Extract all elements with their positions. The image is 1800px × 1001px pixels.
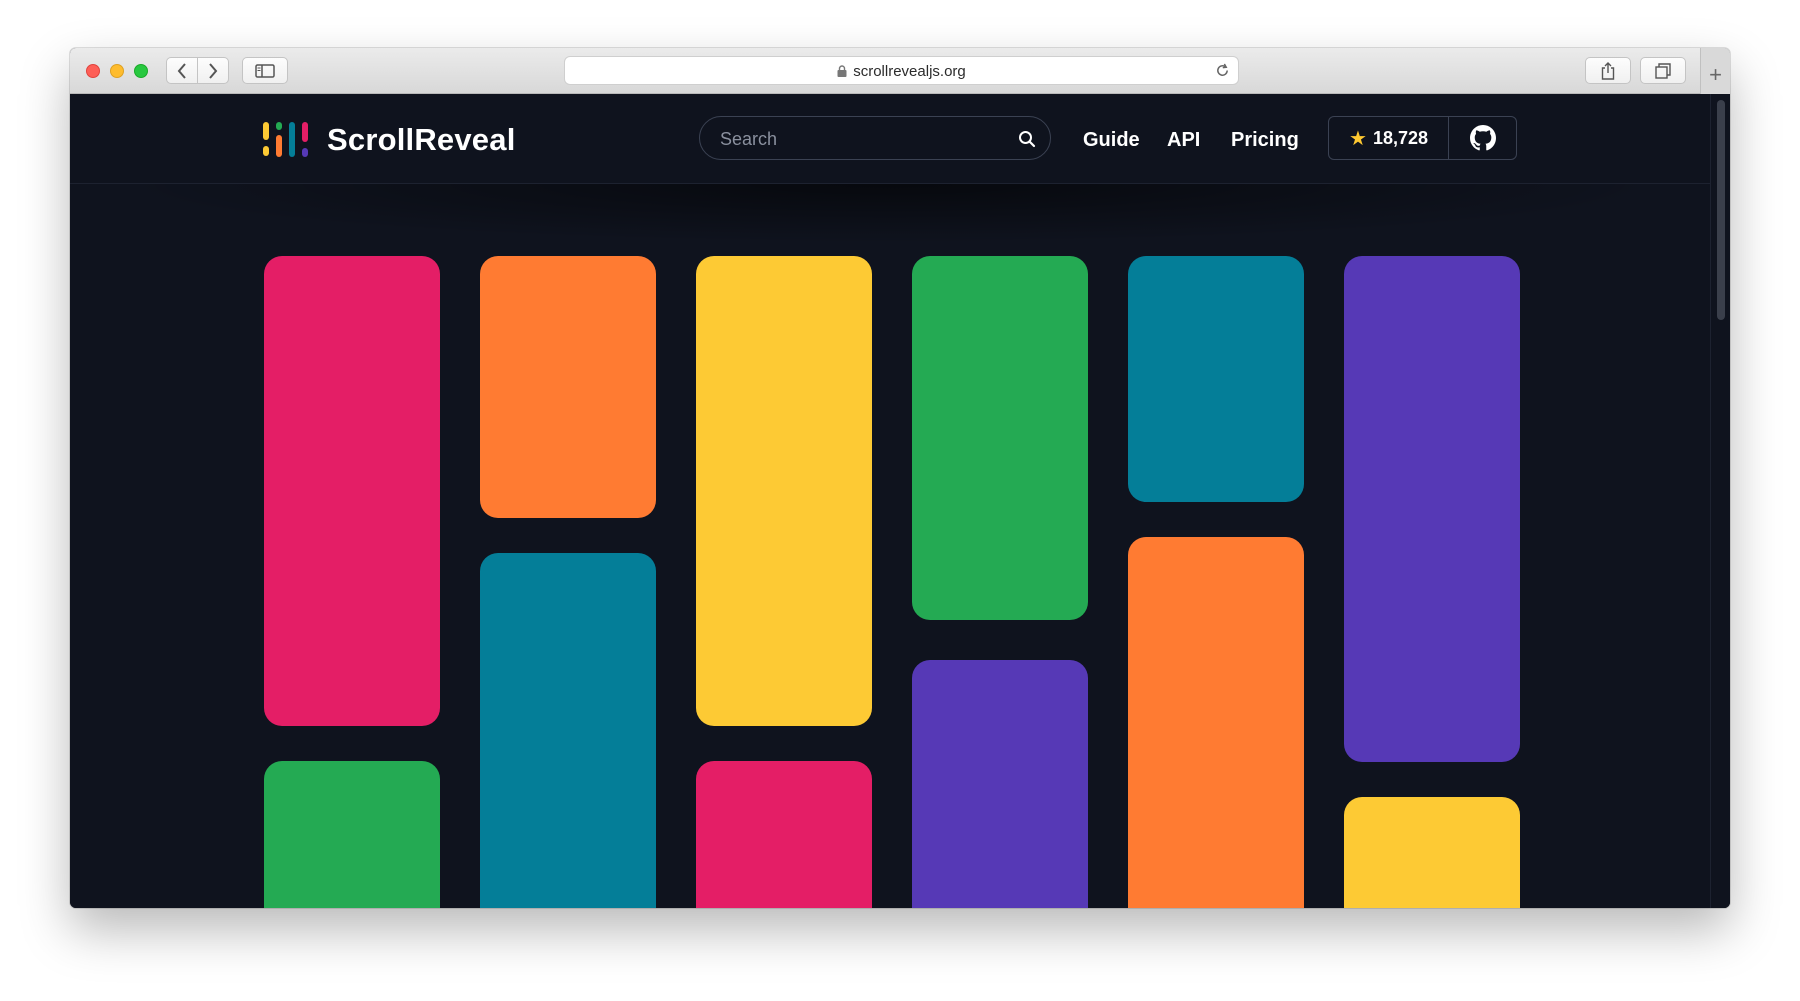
- scrollreveal-logo-icon: [263, 122, 308, 157]
- new-tab-button[interactable]: +: [1700, 48, 1730, 94]
- tile-orange: [480, 256, 656, 518]
- address-bar[interactable]: scrollrevealjs.org: [564, 56, 1239, 85]
- plus-icon: +: [1709, 62, 1722, 87]
- back-icon: [177, 62, 186, 79]
- back-button[interactable]: [166, 57, 198, 84]
- github-button-group: ★ 18,728: [1328, 116, 1517, 160]
- minimize-window-button[interactable]: [110, 64, 124, 78]
- brand-name: ScrollReveal: [327, 122, 516, 157]
- maximize-window-button[interactable]: [134, 64, 148, 78]
- tile-yellow: [1344, 797, 1520, 908]
- tile-yellow: [696, 256, 872, 726]
- tile-pink: [696, 761, 872, 908]
- tile-teal: [1128, 256, 1304, 502]
- reload-icon[interactable]: [1215, 63, 1230, 78]
- tabs-icon: [1655, 62, 1671, 79]
- tile-orange: [1128, 537, 1304, 908]
- tile-teal: [480, 553, 656, 908]
- close-window-button[interactable]: [86, 64, 100, 78]
- tile-green: [264, 761, 440, 908]
- show-tabs-button[interactable]: [1640, 57, 1686, 84]
- sidebar-icon: [255, 63, 275, 78]
- scrollbar-thumb[interactable]: [1717, 100, 1725, 320]
- page-scrollbar[interactable]: [1710, 94, 1730, 908]
- search-input[interactable]: [718, 117, 1012, 161]
- search-box: [699, 116, 1051, 161]
- page-viewport: ScrollReveal Guide API Pricing ★ 18,728: [70, 94, 1730, 908]
- browser-window: scrollrevealjs.org + ScrollReveal Search…: [70, 48, 1730, 908]
- address-bar-content: scrollrevealjs.org: [565, 63, 1238, 80]
- github-star-count: 18,728: [1372, 127, 1428, 148]
- github-stars-button[interactable]: ★ 18,728: [1329, 117, 1449, 159]
- forward-icon: [209, 62, 218, 79]
- github-icon: [1469, 125, 1496, 151]
- tile-purple: [912, 660, 1088, 908]
- nav-link-guide[interactable]: Guide: [1083, 129, 1140, 152]
- tile-purple: [1344, 256, 1520, 762]
- site-header: ScrollReveal Guide API Pricing ★ 18,728: [70, 94, 1710, 184]
- search-icon[interactable]: [1018, 130, 1036, 148]
- nav-link-api[interactable]: API: [1167, 129, 1200, 152]
- header-shadow: [110, 184, 1670, 244]
- share-icon: [1601, 61, 1615, 80]
- share-button[interactable]: [1585, 57, 1631, 84]
- star-icon: ★: [1349, 127, 1367, 150]
- forward-button[interactable]: [197, 57, 229, 84]
- url-text: scrollrevealjs.org: [853, 63, 966, 80]
- browser-toolbar: scrollrevealjs.org +: [70, 48, 1730, 94]
- lock-icon: [837, 65, 847, 77]
- nav-link-pricing[interactable]: Pricing: [1231, 129, 1299, 152]
- tile-green: [912, 256, 1088, 620]
- tile-pink: [264, 256, 440, 726]
- github-link-button[interactable]: [1449, 117, 1516, 159]
- brand-logo-link[interactable]: ScrollReveal: [263, 120, 516, 160]
- sidebar-toggle-button[interactable]: [242, 57, 288, 84]
